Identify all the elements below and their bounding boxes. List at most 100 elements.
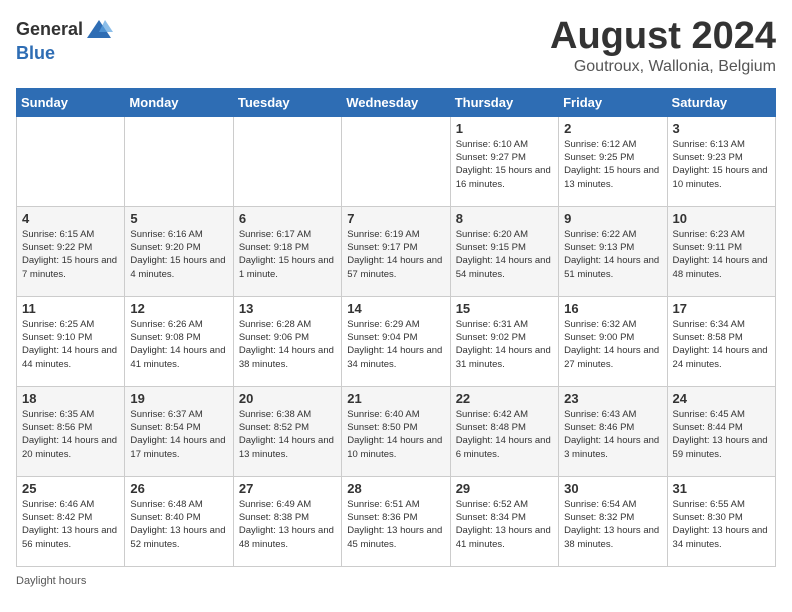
day-number: 5 xyxy=(130,211,227,226)
day-number: 30 xyxy=(564,481,661,496)
calendar-cell: 21Sunrise: 6:40 AM Sunset: 8:50 PM Dayli… xyxy=(342,386,450,476)
calendar-cell: 19 Sunrise: 6:37 AM Sunset: 8:54 PM Dayli… xyxy=(125,386,233,476)
calendar-cell: 4 Sunrise: 6:15 AM Sunset: 9:22 PM Daylig… xyxy=(17,206,125,296)
calendar-cell: 8Sunrise: 6:20 AM Sunset: 9:15 PM Daylig… xyxy=(450,206,558,296)
day-info: Sunrise: 6:32 AM Sunset: 9:00 PM Dayligh… xyxy=(564,318,661,371)
calendar-cell: 7 Sunrise: 6:19 AM Sunset: 9:17 PM Daylig… xyxy=(342,206,450,296)
calendar-cell: 22Sunrise: 6:42 AM Sunset: 8:48 PM Dayli… xyxy=(450,386,558,476)
day-number: 10 xyxy=(673,211,770,226)
day-info: Sunrise: 6:10 AM Sunset: 9:27 PM Dayligh… xyxy=(456,138,553,191)
calendar-cell: 5Sunrise: 6:16 AM Sunset: 9:20 PM Daylig… xyxy=(125,206,233,296)
calendar-cell: 31Sunrise: 6:55 AM Sunset: 8:30 PM Dayli… xyxy=(667,476,775,566)
calendar-cell: 29 Sunrise: 6:52 AM Sunset: 8:34 PM Dayli… xyxy=(450,476,558,566)
calendar-cell xyxy=(342,116,450,206)
day-info: Sunrise: 6:22 AM Sunset: 9:13 PM Dayligh… xyxy=(564,228,661,281)
calendar-header: SundayMondayTuesdayWednesdayThursdayFrid… xyxy=(17,88,776,116)
day-header-wednesday: Wednesday xyxy=(342,88,450,116)
day-number: 26 xyxy=(130,481,227,496)
day-info: Sunrise: 6:38 AM Sunset: 8:52 PM Dayligh… xyxy=(239,408,336,461)
day-number: 27 xyxy=(239,481,336,496)
day-number: 3 xyxy=(673,121,770,136)
calendar-cell: 1 Sunrise: 6:10 AM Sunset: 9:27 PM Daylig… xyxy=(450,116,558,206)
title-area: August 2024 Goutroux, Wallonia, Belgium xyxy=(550,16,776,76)
calendar-cell: 11Sunrise: 6:25 AM Sunset: 9:10 PM Dayli… xyxy=(17,296,125,386)
day-number: 6 xyxy=(239,211,336,226)
week-row-5: 25 Sunrise: 6:46 AM Sunset: 8:42 PM Dayli… xyxy=(17,476,776,566)
day-number: 15 xyxy=(456,301,553,316)
calendar-cell xyxy=(17,116,125,206)
day-info: Sunrise: 6:31 AM Sunset: 9:02 PM Dayligh… xyxy=(456,318,553,371)
calendar-cell: 15 Sunrise: 6:31 AM Sunset: 9:02 PM Dayli… xyxy=(450,296,558,386)
day-number: 19 xyxy=(130,391,227,406)
day-info: Sunrise: 6:23 AM Sunset: 9:11 PM Dayligh… xyxy=(673,228,770,281)
day-info: Sunrise: 6:35 AM Sunset: 8:56 PM Dayligh… xyxy=(22,408,119,461)
day-info: Sunrise: 6:43 AM Sunset: 8:46 PM Dayligh… xyxy=(564,408,661,461)
day-info: Sunrise: 6:20 AM Sunset: 9:15 PM Dayligh… xyxy=(456,228,553,281)
calendar-cell: 14 Sunrise: 6:29 AM Sunset: 9:04 PM Dayli… xyxy=(342,296,450,386)
day-number: 14 xyxy=(347,301,444,316)
day-number: 25 xyxy=(22,481,119,496)
day-number: 1 xyxy=(456,121,553,136)
day-info: Sunrise: 6:13 AM Sunset: 9:23 PM Dayligh… xyxy=(673,138,770,191)
day-info: Sunrise: 6:26 AM Sunset: 9:08 PM Dayligh… xyxy=(130,318,227,371)
calendar-cell: 27 Sunrise: 6:49 AM Sunset: 8:38 PM Dayli… xyxy=(233,476,341,566)
week-row-3: 11Sunrise: 6:25 AM Sunset: 9:10 PM Dayli… xyxy=(17,296,776,386)
calendar-cell: 9 Sunrise: 6:22 AM Sunset: 9:13 PM Daylig… xyxy=(559,206,667,296)
month-year-title: August 2024 xyxy=(550,16,776,58)
day-info: Sunrise: 6:37 AM Sunset: 8:54 PM Dayligh… xyxy=(130,408,227,461)
calendar-cell: 23Sunrise: 6:43 AM Sunset: 8:46 PM Dayli… xyxy=(559,386,667,476)
calendar-cell: 24 Sunrise: 6:45 AM Sunset: 8:44 PM Dayli… xyxy=(667,386,775,476)
week-row-1: 1 Sunrise: 6:10 AM Sunset: 9:27 PM Daylig… xyxy=(17,116,776,206)
day-number: 18 xyxy=(22,391,119,406)
day-number: 24 xyxy=(673,391,770,406)
day-number: 13 xyxy=(239,301,336,316)
day-info: Sunrise: 6:54 AM Sunset: 8:32 PM Dayligh… xyxy=(564,498,661,551)
day-info: Sunrise: 6:28 AM Sunset: 9:06 PM Dayligh… xyxy=(239,318,336,371)
day-info: Sunrise: 6:52 AM Sunset: 8:34 PM Dayligh… xyxy=(456,498,553,551)
day-number: 11 xyxy=(22,301,119,316)
calendar-cell: 17Sunrise: 6:34 AM Sunset: 8:58 PM Dayli… xyxy=(667,296,775,386)
day-number: 9 xyxy=(564,211,661,226)
day-info: Sunrise: 6:48 AM Sunset: 8:40 PM Dayligh… xyxy=(130,498,227,551)
day-header-thursday: Thursday xyxy=(450,88,558,116)
calendar-cell: 12Sunrise: 6:26 AM Sunset: 9:08 PM Dayli… xyxy=(125,296,233,386)
logo-icon xyxy=(85,16,113,44)
day-number: 29 xyxy=(456,481,553,496)
day-info: Sunrise: 6:46 AM Sunset: 8:42 PM Dayligh… xyxy=(22,498,119,551)
day-header-sunday: Sunday xyxy=(17,88,125,116)
day-number: 16 xyxy=(564,301,661,316)
calendar-body: 1 Sunrise: 6:10 AM Sunset: 9:27 PM Daylig… xyxy=(17,116,776,566)
calendar-cell: 25 Sunrise: 6:46 AM Sunset: 8:42 PM Dayli… xyxy=(17,476,125,566)
calendar-cell xyxy=(125,116,233,206)
day-info: Sunrise: 6:40 AM Sunset: 8:50 PM Dayligh… xyxy=(347,408,444,461)
calendar-cell: 3 Sunrise: 6:13 AM Sunset: 9:23 PM Daylig… xyxy=(667,116,775,206)
calendar-cell: 2Sunrise: 6:12 AM Sunset: 9:25 PM Daylig… xyxy=(559,116,667,206)
day-number: 31 xyxy=(673,481,770,496)
page-header: General Blue August 2024 Goutroux, Wallo… xyxy=(16,16,776,76)
day-info: Sunrise: 6:45 AM Sunset: 8:44 PM Dayligh… xyxy=(673,408,770,461)
day-header-tuesday: Tuesday xyxy=(233,88,341,116)
day-number: 7 xyxy=(347,211,444,226)
calendar-cell xyxy=(233,116,341,206)
day-number: 4 xyxy=(22,211,119,226)
calendar-table: SundayMondayTuesdayWednesdayThursdayFrid… xyxy=(16,88,776,567)
day-info: Sunrise: 6:19 AM Sunset: 9:17 PM Dayligh… xyxy=(347,228,444,281)
day-number: 22 xyxy=(456,391,553,406)
day-info: Sunrise: 6:29 AM Sunset: 9:04 PM Dayligh… xyxy=(347,318,444,371)
day-info: Sunrise: 6:15 AM Sunset: 9:22 PM Dayligh… xyxy=(22,228,119,281)
day-info: Sunrise: 6:49 AM Sunset: 8:38 PM Dayligh… xyxy=(239,498,336,551)
footer-note: Daylight hours xyxy=(16,575,776,587)
calendar-cell: 18 Sunrise: 6:35 AM Sunset: 8:56 PM Dayli… xyxy=(17,386,125,476)
day-info: Sunrise: 6:17 AM Sunset: 9:18 PM Dayligh… xyxy=(239,228,336,281)
calendar-cell: 30 Sunrise: 6:54 AM Sunset: 8:32 PM Dayli… xyxy=(559,476,667,566)
week-row-2: 4 Sunrise: 6:15 AM Sunset: 9:22 PM Daylig… xyxy=(17,206,776,296)
day-header-friday: Friday xyxy=(559,88,667,116)
week-row-4: 18 Sunrise: 6:35 AM Sunset: 8:56 PM Dayli… xyxy=(17,386,776,476)
header-row: SundayMondayTuesdayWednesdayThursdayFrid… xyxy=(17,88,776,116)
calendar-cell: 26 Sunrise: 6:48 AM Sunset: 8:40 PM Dayli… xyxy=(125,476,233,566)
day-number: 20 xyxy=(239,391,336,406)
day-header-monday: Monday xyxy=(125,88,233,116)
day-info: Sunrise: 6:51 AM Sunset: 8:36 PM Dayligh… xyxy=(347,498,444,551)
calendar-cell: 10 Sunrise: 6:23 AM Sunset: 9:11 PM Dayli… xyxy=(667,206,775,296)
day-number: 28 xyxy=(347,481,444,496)
